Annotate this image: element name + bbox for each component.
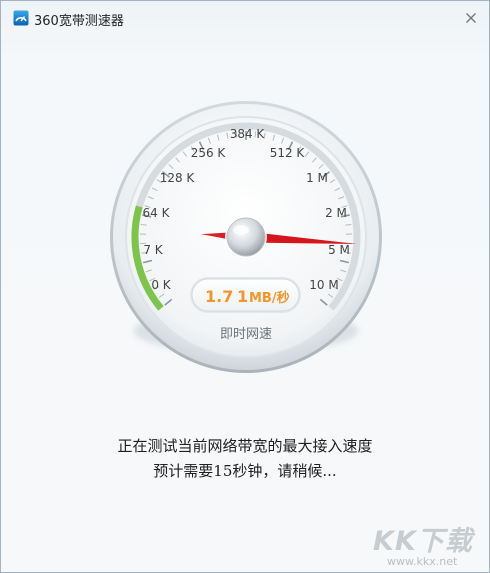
gauge-minor-tick [140,223,147,226]
tick-label-512k: 512 K [270,146,306,160]
gauge-minor-tick [345,223,352,226]
speed-value: 1.7 [205,287,233,306]
tick-label-1m: 1 M [306,171,328,185]
tick-label-2m: 2 M [325,206,347,220]
tick-label-0k: 0 K [151,278,171,292]
speed-unit-value: 1 [237,287,248,306]
speed-unit: MB/秒 [249,290,290,306]
watermark: KK下载 www.kkx.net [373,517,489,572]
status-line-2: 预计需要15秒钟，请稍候... [153,462,337,480]
tick-label-256k: 256 K [191,146,227,160]
tick-label-128k: 128 K [160,171,196,185]
gauge-hub [226,217,266,257]
watermark-url: www.kkx.net [387,555,458,568]
speedtest-window: 360宽带测速器 0 K 7 K 64 K 128 K 256 K 384 K … [0,0,490,573]
gauge-caption: 即时网速 [220,327,272,342]
tick-label-64k: 64 K [143,206,171,220]
tick-label-5m: 5 M [328,243,350,257]
tick-label-7k: 7 K [143,243,163,257]
watermark-brand: KK下载 [373,526,473,557]
tick-label-10m: 10 M [309,278,338,292]
status-line-1: 正在测试当前网络带宽的最大接入速度 [117,437,373,455]
tick-label-384k: 384 K [230,127,266,141]
speed-gauge: 0 K 7 K 64 K 128 K 256 K 384 K 512 K 1 M… [110,101,382,373]
